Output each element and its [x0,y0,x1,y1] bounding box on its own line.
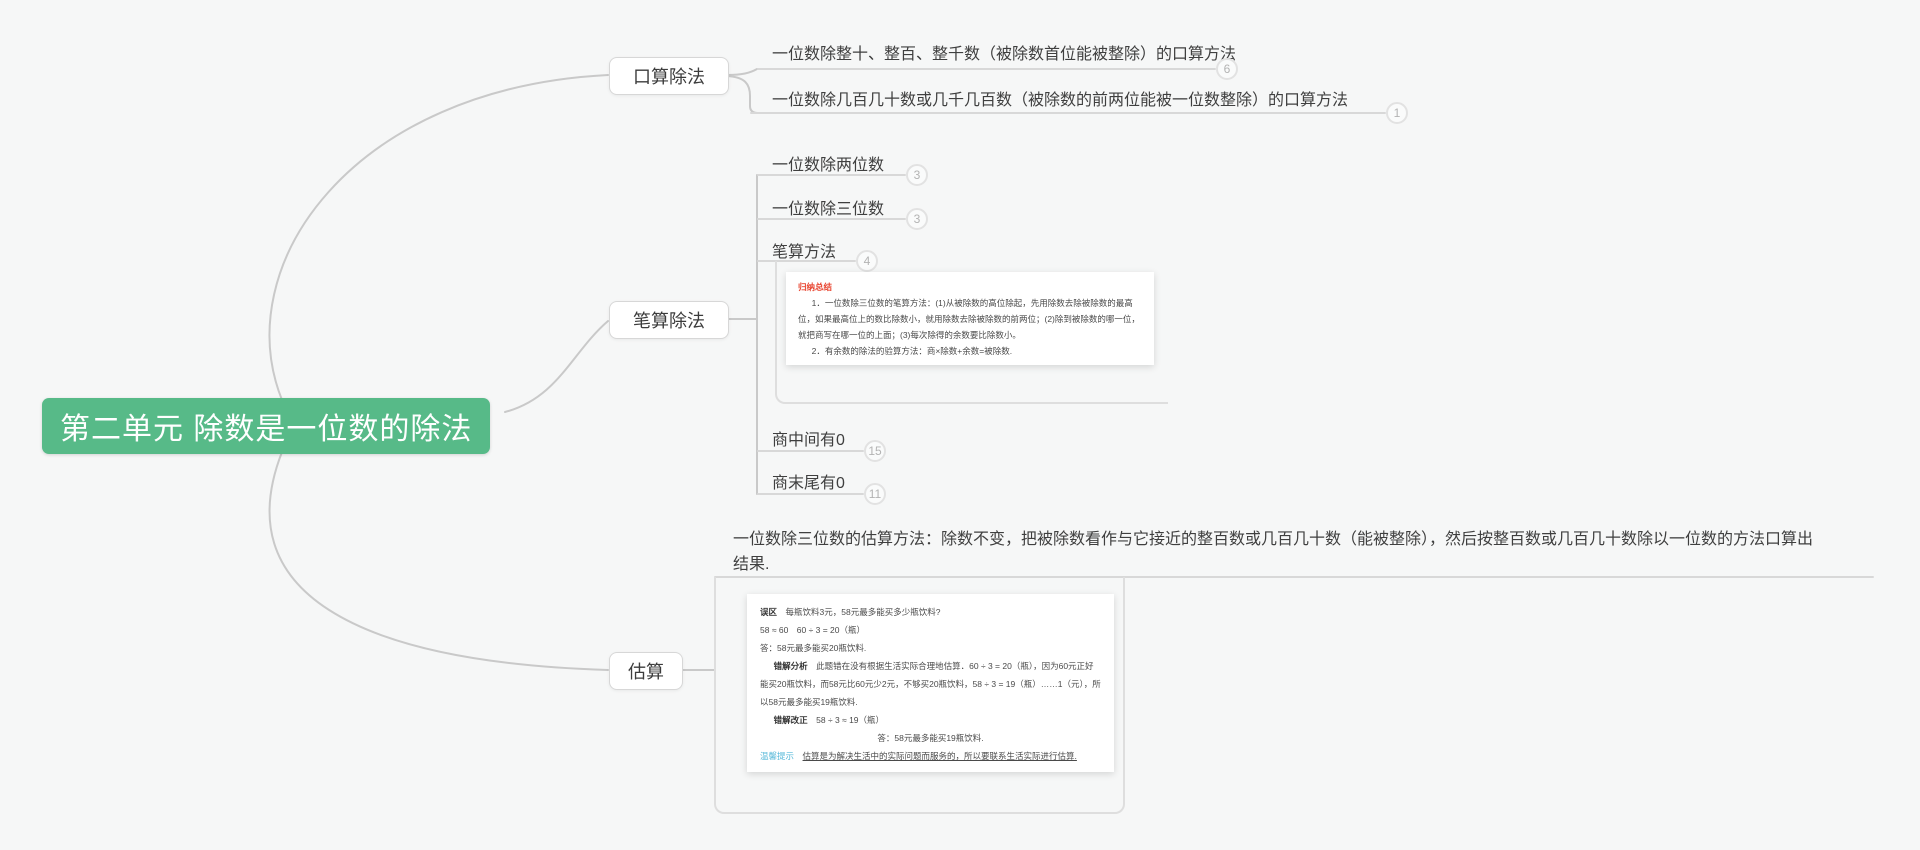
note-card-estimation[interactable]: 误区 每瓶饮料3元，58元最多能买多少瓶饮料? 58 ≈ 60 60 ÷ 3 =… [747,594,1114,772]
collapse-badge[interactable]: 3 [906,164,928,186]
note-title: 归纳总结 [798,282,833,292]
topic-underline [757,174,906,176]
note-line: 答：58元最多能买20瓶饮料. [760,643,867,653]
topic-quotient-end-zero[interactable]: 商末尾有0 [772,469,845,493]
note-line: 温馨提示 估算是为解决生活中的实际问题而服务的，所以要联系生活实际进行估算. [760,747,1101,765]
branch-label: 笔算除法 [633,311,705,331]
root-label: 第二单元 除数是一位数的除法 [60,413,473,446]
note-card-summary[interactable]: 归纳总结 1．一位数除三位数的笔算方法：(1)从被除数的高位除起，先用除数去除被… [786,272,1154,365]
topic-quotient-middle-zero[interactable]: 商中间有0 [772,426,845,450]
branch-node-oral-division[interactable]: 口算除法 [609,57,729,95]
topic-two-digit-division[interactable]: 一位数除两位数 [772,151,884,175]
topic-written-method[interactable]: 笔算方法 [772,238,836,262]
topic-underline [757,68,1216,70]
note-line: 2．有余数的除法的验算方法：商×除数+余数=被除数. [811,346,1013,356]
note-line: 错解改正 58 ÷ 3 ≈ 19（瓶） [773,715,885,725]
note-line: 答：58元最多能买19瓶饮料. [877,733,984,743]
branch-label: 估算 [628,662,664,682]
tip-label: 温馨提示 [760,751,795,761]
collapse-badge[interactable]: 1 [1386,102,1408,124]
collapse-badge[interactable]: 3 [906,208,928,230]
collapse-badge[interactable]: 6 [1216,58,1238,80]
collapse-badge[interactable]: 11 [864,483,886,505]
note-line: 错解分析 此题错在没有根据生活实际合理地估算．60 ÷ 3 = 20（瓶），因为… [760,661,1101,707]
note-line: 误区 每瓶饮料3元，58元最多能买多少瓶饮料? [760,607,941,617]
topic-underline [757,218,906,220]
branch-label: 口算除法 [633,67,705,87]
note-line: 1．一位数除三位数的笔算方法：(1)从被除数的高位除起，先用除数去除被除数的最高… [798,298,1140,340]
mindmap-canvas: 第二单元 除数是一位数的除法 口算除法 笔算除法 估算 一位数除整十、整百、整千… [0,0,1920,850]
misconception-label: 误区 [760,607,778,617]
topic-three-digit-division[interactable]: 一位数除三位数 [772,195,884,219]
topic-oral-method-1[interactable]: 一位数除整十、整百、整千数（被除数首位能被整除）的口算方法 [772,40,1236,64]
analysis-label: 错解分析 [773,661,808,671]
topic-underline [757,493,864,495]
topic-underline [750,112,1386,114]
note-line: 58 ≈ 60 60 ÷ 3 = 20（瓶） [760,625,866,635]
collapse-badge[interactable]: 15 [864,440,886,462]
topic-underline [757,450,864,452]
branch-node-written-division[interactable]: 笔算除法 [609,301,729,339]
correction-label: 错解改正 [773,715,808,725]
branch-node-estimation[interactable]: 估算 [609,652,683,690]
topic-estimation-method[interactable]: 一位数除三位数的估算方法：除数不变，把被除数看作与它接近的整百数或几百几十数（能… [733,527,1813,577]
tip-text: 估算是为解决生活中的实际问题而服务的，所以要联系生活实际进行估算. [802,751,1077,761]
root-node[interactable]: 第二单元 除数是一位数的除法 [42,398,491,454]
topic-oral-method-2[interactable]: 一位数除几百几十数或几千几百数（被除数的前两位能被一位数整除）的口算方法 [772,86,1348,110]
